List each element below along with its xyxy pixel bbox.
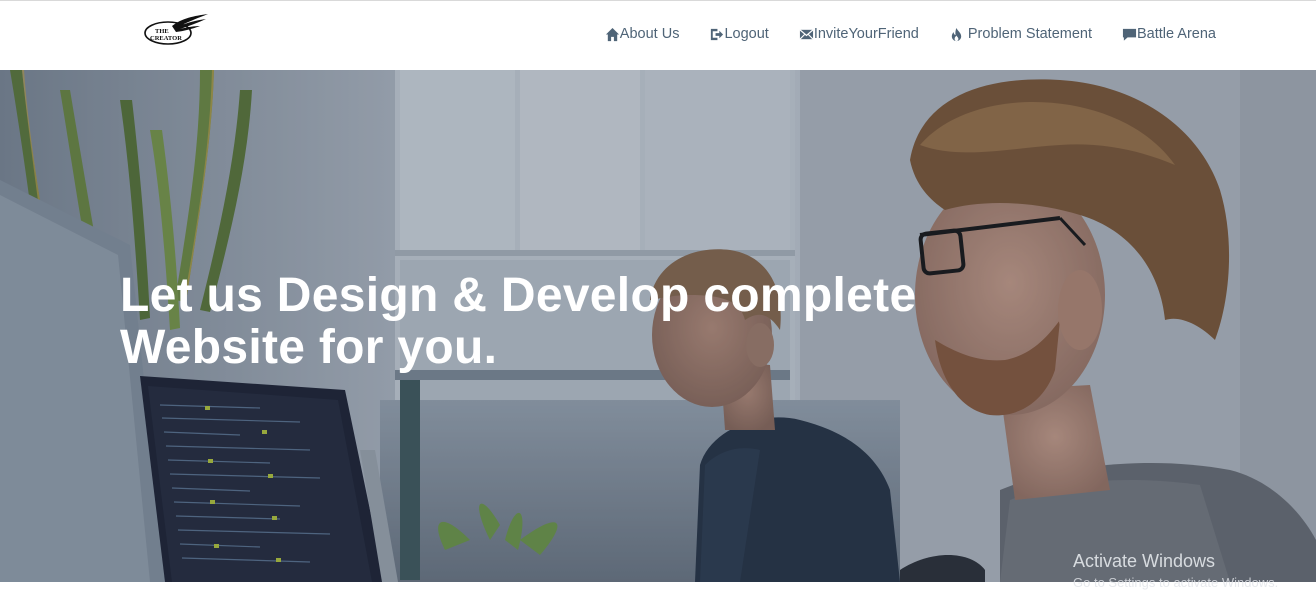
hero-heading-line1: Let us Design & Develop complete: [120, 269, 917, 322]
hero-banner: Let us Design & Develop complete Website…: [0, 70, 1316, 582]
activate-windows-title: Activate Windows: [1073, 551, 1216, 571]
page: THE CREATOR About Us Logout InviteYourFr…: [0, 0, 1316, 614]
nav-logout-link[interactable]: Logout: [709, 23, 769, 45]
fire-icon: [949, 27, 964, 42]
nav-invite-friend-label: InviteYourFriend: [813, 26, 919, 42]
logo-text-bottom: CREATOR: [150, 35, 182, 42]
nav-battle-arena-link[interactable]: Battle Arena: [1122, 23, 1216, 45]
envelope-icon: [799, 27, 814, 42]
nav-links: About Us Logout InviteYourFriend Problem…: [575, 23, 1216, 45]
home-icon: [605, 27, 620, 42]
logo-text-top: THE: [155, 28, 169, 35]
hero-heading-line2: Website for you.: [120, 321, 498, 374]
nav-battle-arena-label: Battle Arena: [1137, 26, 1216, 42]
chat-bubble-icon: [1122, 27, 1137, 42]
nav-invite-friend-link[interactable]: InviteYourFriend: [799, 23, 919, 45]
brand-logo[interactable]: THE CREATOR: [142, 12, 210, 48]
nav-problem-statement-label: Problem Statement: [967, 26, 1092, 42]
nav-logout-label: Logout: [724, 26, 769, 42]
logout-icon: [709, 27, 724, 42]
navbar: THE CREATOR About Us Logout InviteYourFr…: [0, 0, 1316, 70]
nav-about-us-label: About Us: [619, 26, 680, 42]
logo-wings-icon: THE CREATOR: [144, 14, 208, 45]
nav-about-us-link[interactable]: About Us: [605, 23, 680, 45]
hero-heading: Let us Design & Develop complete Website…: [120, 270, 1080, 374]
nav-problem-statement-link[interactable]: Problem Statement: [949, 23, 1092, 45]
activate-windows-subtitle: Go to Settings to activate Windows.: [1073, 575, 1279, 590]
